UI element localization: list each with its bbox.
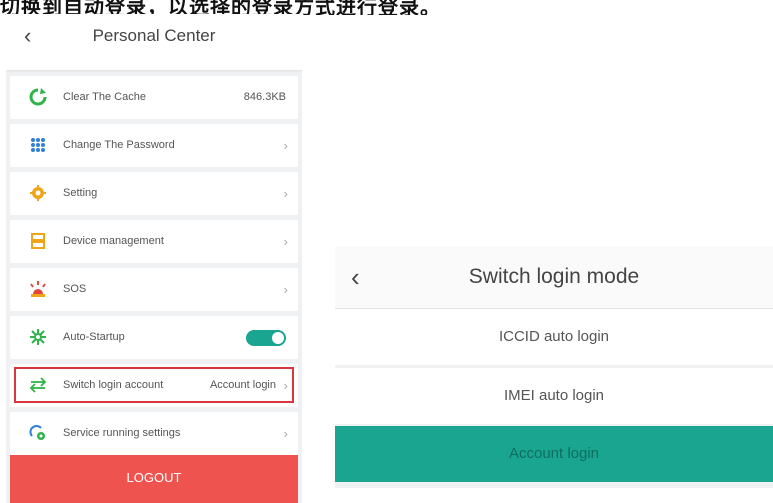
refresh-icon xyxy=(28,87,48,107)
page-title: Switch login mode xyxy=(468,265,640,288)
login-option-iccid[interactable]: ICCID auto login xyxy=(335,309,773,365)
back-button[interactable]: ‹ xyxy=(351,260,375,294)
settings-item-sos[interactable]: SOS › xyxy=(10,268,298,311)
settings-item-label: Change The Password xyxy=(63,139,175,151)
settings-item-label: Auto-Startup xyxy=(63,331,125,343)
page-caption: 切换到自动登录，以选择的登录方式进行登录。 xyxy=(0,0,441,15)
sparkle-icon xyxy=(28,327,48,347)
header-bar: ‹ Personal Center xyxy=(6,14,302,70)
page-title: Personal Center xyxy=(92,26,216,45)
settings-item-label: SOS xyxy=(63,283,87,295)
chevron-right-icon: › xyxy=(283,282,288,297)
settings-item-setting[interactable]: Setting › xyxy=(10,172,298,215)
back-button[interactable]: ‹ xyxy=(24,22,44,50)
settings-item-label: Device management xyxy=(63,235,164,247)
list-bottom-row xyxy=(335,488,773,503)
login-option-account[interactable]: Account login xyxy=(335,426,773,482)
settings-item-label: Clear The Cache xyxy=(63,91,146,103)
header-bar: ‹ Switch login mode xyxy=(335,246,773,309)
cloud-gear-icon xyxy=(28,423,48,443)
settings-item-device-management[interactable]: Device management › xyxy=(10,220,298,263)
settings-item-label: Setting xyxy=(63,187,98,199)
highlight-annotation-box xyxy=(14,367,294,403)
chevron-right-icon: › xyxy=(283,186,288,201)
settings-item-service-running[interactable]: Service running settings › xyxy=(10,412,298,455)
toggle-knob xyxy=(272,332,284,344)
personal-center-screen: ‹ Personal Center Clear The Cache 846.3K… xyxy=(6,14,302,503)
switch-login-mode-screen: ‹ Switch login mode ICCID auto login IME… xyxy=(335,246,773,503)
keypad-icon xyxy=(28,135,48,155)
settings-item-change-password[interactable]: Change The Password › xyxy=(10,124,298,167)
gear-icon xyxy=(28,183,48,203)
cache-size-value: 846.3KB xyxy=(243,91,286,103)
chevron-right-icon: › xyxy=(283,426,288,441)
alarm-icon xyxy=(28,279,48,299)
chevron-right-icon: › xyxy=(283,138,288,153)
logout-button[interactable]: LOGOUT xyxy=(10,455,298,503)
settings-item-label: Service running settings xyxy=(63,427,181,439)
chevron-right-icon: › xyxy=(283,234,288,249)
auto-startup-toggle[interactable] xyxy=(246,330,286,346)
device-icon xyxy=(28,231,48,251)
login-option-imei[interactable]: IMEI auto login xyxy=(335,368,773,424)
settings-item-auto-startup: Auto-Startup xyxy=(10,316,298,359)
settings-item-clear-cache[interactable]: Clear The Cache 846.3KB xyxy=(10,76,298,119)
